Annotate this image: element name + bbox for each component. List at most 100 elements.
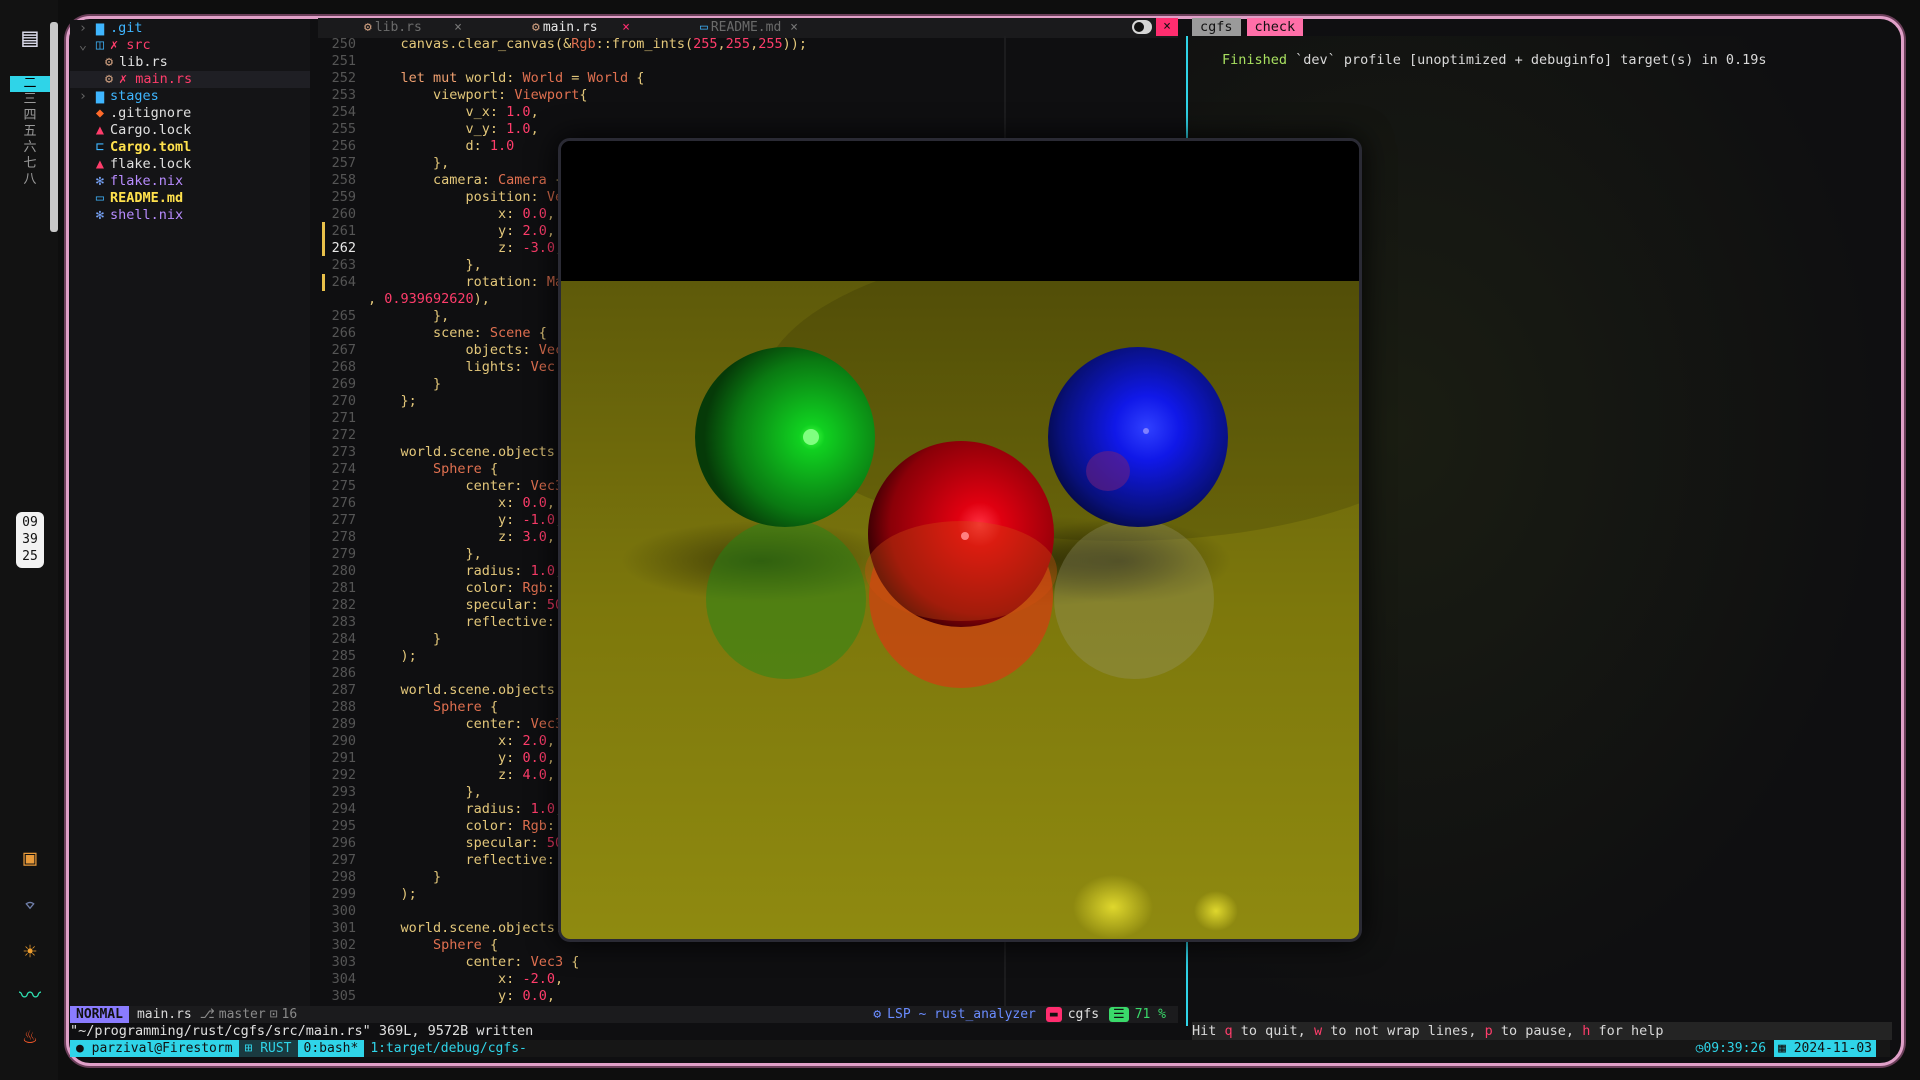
date: ▦ 2024-11-03 xyxy=(1774,1040,1876,1057)
finished-word: Finished xyxy=(1222,52,1288,68)
power-icon[interactable]: ♨ xyxy=(14,1020,46,1052)
tree-item[interactable]: › ▆ .git xyxy=(70,20,310,37)
brightness-icon[interactable]: ☀ xyxy=(14,936,46,968)
tab-close-icon[interactable]: × xyxy=(790,18,798,38)
project-icon: ▬ xyxy=(1045,1007,1062,1022)
chevron-icon: › xyxy=(78,20,88,36)
line-number: 282 xyxy=(331,597,356,613)
clock-minutes: 39 xyxy=(22,532,38,547)
line-number: 289 xyxy=(331,716,356,732)
time-label: 09:39:26 xyxy=(1703,1041,1767,1056)
grid-icon: ⊞ xyxy=(244,1041,261,1056)
tree-item-label: shell.nix xyxy=(110,207,184,223)
pane-tab-cgfs[interactable]: cgfs xyxy=(1192,18,1241,36)
tmux-status-bar: ● parzival@Firestorm ⊞ RUST 0:bash* 1:ta… xyxy=(70,1040,1890,1057)
line-number: 301 xyxy=(331,920,356,936)
markdown-icon: ▭ xyxy=(95,190,105,206)
audio-icon[interactable]: 〰 xyxy=(14,978,46,1010)
toggle-switch[interactable] xyxy=(1132,20,1152,34)
line-number: 280 xyxy=(331,563,356,579)
rust-icon: ⚙ xyxy=(532,20,540,35)
tree-item-label: .gitignore xyxy=(110,105,192,121)
date-label: 2024-11-03 xyxy=(1793,1041,1872,1056)
nix-icon: ✻ xyxy=(95,207,105,223)
workspace-7[interactable]: 七 xyxy=(10,156,50,172)
language-label: RUST xyxy=(260,1041,292,1056)
hint-text: Hit xyxy=(1192,1023,1225,1039)
tree-item[interactable]: ⌄ ◫ ✗ src xyxy=(70,37,310,54)
line-number: 296 xyxy=(331,835,356,851)
calendar-icon: ▦ xyxy=(1778,1041,1794,1056)
code-line: let mut world: World = World { xyxy=(400,70,645,86)
clock-hours: 09 xyxy=(22,515,38,530)
battery-icon[interactable]: ▣ xyxy=(14,842,46,874)
file-percent: 71 % xyxy=(1134,1007,1166,1022)
workspace-6[interactable]: 六 xyxy=(10,140,50,156)
tree-item-label: lib.rs xyxy=(119,54,168,70)
line-number: 294 xyxy=(331,801,356,817)
folder-icon: ▆ xyxy=(95,20,105,36)
workspace-8[interactable]: 八 xyxy=(10,172,50,188)
status-filename: main.rs xyxy=(136,1007,192,1022)
tab-readme-md[interactable]: ▭ README.md × xyxy=(654,18,822,38)
tab-lib-rs[interactable]: ⚙ lib.rs × xyxy=(318,18,486,38)
tree-item[interactable]: ⚙ ✗ main.rs xyxy=(70,71,310,88)
tmux-window-1[interactable]: 1:target/debug/cgfs- xyxy=(364,1040,533,1057)
tree-item[interactable]: ✻ flake.nix xyxy=(70,173,310,190)
tree-item[interactable]: ▭ README.md xyxy=(70,190,310,207)
line-number: 288 xyxy=(331,699,356,715)
workspace-5[interactable]: 五 xyxy=(10,124,50,140)
hint-key: p xyxy=(1484,1023,1493,1039)
close-button[interactable]: × xyxy=(1156,18,1178,36)
toml-icon: ⊏ xyxy=(95,139,105,155)
git-change-marker xyxy=(322,274,325,291)
hint-key: q xyxy=(1224,1023,1233,1039)
lock-icon: ▲ xyxy=(95,122,105,138)
git-changes: 16 xyxy=(281,1007,298,1022)
gear-icon: ⚙ xyxy=(873,1007,882,1022)
line-number: 278 xyxy=(331,529,356,545)
tree-item-label: .git xyxy=(110,20,143,36)
raytracer-output-window[interactable] xyxy=(558,138,1362,942)
scrollbar[interactable] xyxy=(50,22,58,232)
tab-close-icon[interactable]: × xyxy=(622,18,630,38)
git-change-marker xyxy=(322,222,325,256)
line-number: 259 xyxy=(331,189,356,205)
line-number: 285 xyxy=(331,648,356,664)
tab-label: lib.rs xyxy=(374,20,422,35)
tab-main-rs[interactable]: ⚙ main.rs × xyxy=(486,18,654,38)
hint-key: w xyxy=(1313,1023,1323,1039)
status-line: NORMAL main.rs ⎇ master ⊡ 16 ⚙ LSP ~ rus… xyxy=(70,1006,1178,1023)
tree-item-label: ✗ src xyxy=(110,37,151,53)
project-name: cgfs xyxy=(1067,1007,1100,1022)
pane-tab-check[interactable]: check xyxy=(1246,18,1304,36)
line-number: 293 xyxy=(331,784,356,800)
tree-item[interactable]: ◆ .gitignore xyxy=(70,105,310,122)
command-line[interactable]: "~/programming/rust/cgfs/src/main.rs" 36… xyxy=(70,1023,1178,1040)
line-number: 286 xyxy=(331,665,356,681)
line-number: 253 xyxy=(331,87,356,103)
rust-icon: ⚙ xyxy=(104,71,114,87)
tree-item[interactable]: ✻ shell.nix xyxy=(70,207,310,224)
line-number: 273 xyxy=(331,444,356,460)
tree-item[interactable]: › ▆ stages xyxy=(70,88,310,105)
line-number: 292 xyxy=(331,767,356,783)
clock-widget: 09 39 25 xyxy=(16,512,44,568)
tree-item[interactable]: ⚙ lib.rs xyxy=(70,54,310,71)
app-launcher-icon[interactable]: ▤ xyxy=(14,22,46,54)
line-number: 270 xyxy=(331,393,356,409)
workspace-3[interactable]: 三 xyxy=(10,92,50,108)
wifi-icon[interactable]: ⌔ xyxy=(14,890,46,922)
line-number: 251 xyxy=(331,53,356,69)
hint-text: to pause, xyxy=(1492,1023,1583,1039)
tab-close-icon[interactable]: × xyxy=(454,18,462,38)
tmux-window-0[interactable]: 0:bash* xyxy=(297,1040,365,1057)
line-number: 300 xyxy=(331,903,356,919)
tree-item[interactable]: ▲ flake.lock xyxy=(70,156,310,173)
workspace-4[interactable]: 四 xyxy=(10,108,50,124)
workspace-active[interactable]: 二 xyxy=(10,76,50,92)
tree-item[interactable]: ⊏ Cargo.toml xyxy=(70,139,310,156)
tree-item[interactable]: ▲ Cargo.lock xyxy=(70,122,310,139)
hint-text: to not wrap lines, xyxy=(1322,1023,1485,1039)
line-number: 283 xyxy=(331,614,356,630)
